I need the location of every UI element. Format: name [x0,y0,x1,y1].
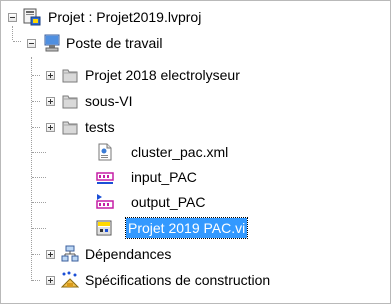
tree-item-label: tests [85,119,115,135]
tree-item-label: Dépendances [85,246,172,262]
shared-variable-input-icon [96,168,114,186]
tree-item-label: input_PAC [131,169,197,185]
tree-item-label: Poste de travail [66,35,163,51]
folder-icon [61,92,79,110]
tree-item-project[interactable]: Projet : Projet2019.lvproj [1,6,390,28]
dependencies-icon [61,245,79,263]
collapse-toggle[interactable] [8,13,17,22]
collapse-toggle[interactable] [27,39,36,48]
expand-toggle[interactable] [46,123,55,132]
tree-item-dependances[interactable]: Dépendances [1,243,390,265]
labview-project-icon [23,8,41,26]
vi-file-icon [96,219,114,237]
expand-toggle[interactable] [46,71,55,80]
folder-icon [61,66,79,84]
folder-icon [61,118,79,136]
expand-toggle[interactable] [46,276,55,285]
tree-item-label: Spécifications de construction [85,272,271,288]
shared-variable-output-icon [96,193,114,211]
tree-item-label: cluster_pac.xml [131,144,229,160]
tree-item-folder-tests[interactable]: tests [1,116,390,138]
expand-toggle[interactable] [46,250,55,259]
expand-toggle[interactable] [46,97,55,106]
xml-file-icon [96,143,114,161]
build-specifications-icon [60,271,80,289]
tree-item-label: sous-VI [85,93,133,109]
tree-item-workstation[interactable]: Poste de travail [1,32,390,54]
project-explorer-tree[interactable]: Projet : Projet2019.lvproj Poste de trav… [0,0,391,304]
computer-icon [43,34,61,52]
tree-item-specifications-construction[interactable]: Spécifications de construction [1,269,390,291]
tree-item-label: output_PAC [131,194,206,210]
tree-item-input-pac[interactable]: input_PAC [1,166,390,188]
tree-item-folder-sous-vi[interactable]: sous-VI [1,90,390,112]
tree-item-folder-projet-2018[interactable]: Projet 2018 electrolyseur [1,64,390,86]
tree-item-label: Projet : Projet2019.lvproj [48,9,202,25]
tree-item-label-selected: Projet 2019 PAC.vi [124,217,249,239]
tree-item-output-pac[interactable]: output_PAC [1,191,390,213]
tree-item-cluster-pac-xml[interactable]: cluster_pac.xml [1,141,390,163]
tree-item-label: Projet 2018 electrolyseur [85,67,240,83]
tree-item-projet-2019-pac-vi[interactable]: Projet 2019 PAC.vi [1,217,390,239]
